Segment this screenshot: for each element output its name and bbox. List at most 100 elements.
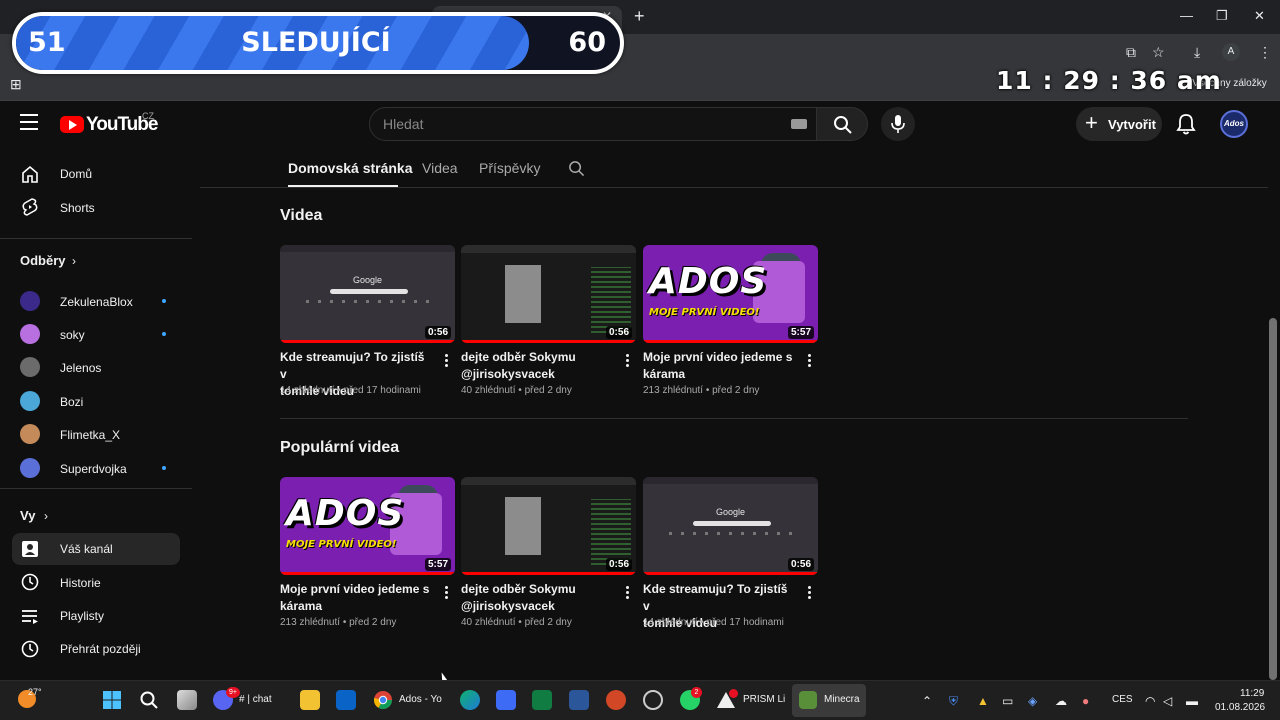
watch-progress-bar: [643, 340, 818, 343]
you-heading[interactable]: Vy: [20, 508, 35, 523]
maximize-icon[interactable]: ❐: [1216, 8, 1228, 24]
language-indicator[interactable]: CES: [1112, 694, 1133, 705]
video-thumbnail[interactable]: 0:56: [461, 245, 636, 343]
more-actions-icon[interactable]: [808, 586, 812, 600]
video-title-line: Kde streamuju? To zjistíš v: [643, 582, 788, 613]
tab-posts[interactable]: Příspěvky: [479, 160, 540, 176]
minimize-icon[interactable]: —: [1180, 8, 1193, 23]
video-thumbnail[interactable]: Google 0:56: [280, 245, 455, 343]
create-label: Vytvořit: [1108, 117, 1156, 132]
tab-home[interactable]: Domovská stránka: [288, 160, 413, 176]
video-thumbnail[interactable]: 0:56: [461, 477, 636, 575]
section-title: Populární videa: [280, 439, 400, 456]
more-actions-icon[interactable]: [445, 354, 449, 368]
browser-menu-icon[interactable]: ⋮: [1258, 44, 1272, 61]
file-explorer-icon[interactable]: [300, 690, 320, 710]
onedrive-icon[interactable]: ☁: [1055, 694, 1067, 708]
window-close-icon[interactable]: ✕: [1254, 8, 1265, 24]
download-icon[interactable]: ⤓: [1194, 44, 1200, 61]
video-thumbnail[interactable]: Google 0:56: [643, 477, 818, 575]
more-actions-icon[interactable]: [808, 354, 812, 368]
tabs-divider: [200, 187, 1268, 188]
tab-videos[interactable]: Videa: [422, 160, 458, 176]
video-duration: 5:57: [787, 326, 814, 339]
video-thumbnail[interactable]: ADOS MOJE PRVNÍ VIDEO! 5:57: [643, 245, 818, 343]
install-app-icon[interactable]: ⧉: [1126, 44, 1136, 61]
obs-icon[interactable]: [643, 690, 663, 710]
subscription-label: ZekulenaBlox: [60, 295, 133, 309]
windows-start-icon[interactable]: [102, 690, 122, 710]
video-title[interactable]: Moje první video jedeme s kárama: [280, 581, 430, 615]
subscription-label: Bozi: [60, 395, 84, 409]
sidebar-item-home[interactable]: [12, 158, 180, 190]
app-icon[interactable]: [496, 690, 516, 710]
bookmark-star-icon[interactable]: ☆: [1152, 44, 1165, 61]
video-title-line: @jirisokysvacek: [461, 367, 555, 381]
thumb-preview: [505, 265, 541, 323]
subscriptions-heading[interactable]: Odběry: [20, 253, 66, 268]
store-icon[interactable]: [336, 690, 356, 710]
video-title[interactable]: dejte odběr Sokymu @jirisokysvacek: [461, 349, 611, 383]
more-actions-icon[interactable]: [445, 586, 449, 600]
voice-search-button[interactable]: [881, 107, 915, 141]
more-actions-icon[interactable]: [626, 354, 630, 368]
apps-grid-icon[interactable]: ⊞: [10, 76, 22, 93]
display-icon[interactable]: ▭: [1002, 694, 1013, 708]
sidebar-item-shorts[interactable]: [12, 191, 180, 223]
powerpoint-icon[interactable]: [606, 690, 626, 710]
video-thumbnail[interactable]: ADOS MOJE PRVNÍ VIDEO! 5:57: [280, 477, 455, 575]
search-icon[interactable]: [139, 690, 159, 710]
video-views: 14 zhlédnutí: [280, 385, 335, 396]
video-title-line: @jirisokysvacek: [461, 599, 555, 613]
shield-icon[interactable]: ⛨: [949, 694, 958, 709]
keyboard-icon[interactable]: [791, 119, 807, 129]
account-avatar[interactable]: Ados: [1220, 110, 1248, 138]
video-title[interactable]: Moje první video jedeme s kárama: [643, 349, 793, 383]
chrome-window-label[interactable]: Ados - Yo: [399, 694, 442, 705]
subscription-label: Flimetka_X: [60, 428, 121, 442]
battery-icon[interactable]: ▬: [1186, 694, 1198, 708]
whatsapp-badge: 2: [691, 687, 702, 698]
subscription-label: Superdvojka: [60, 462, 127, 476]
new-content-dot: [162, 466, 166, 470]
hamburger-menu-icon[interactable]: [20, 114, 38, 130]
wifi-icon[interactable]: ◠: [1145, 694, 1155, 708]
sidebar-item-label: Historie: [60, 576, 101, 590]
warning-icon[interactable]: ▲: [977, 694, 989, 708]
chrome-icon[interactable]: [373, 690, 393, 710]
discord-window-label[interactable]: # | chat: [239, 694, 272, 705]
taskbar-date[interactable]: 01.08.2026: [1215, 702, 1265, 713]
more-actions-icon[interactable]: [626, 586, 630, 600]
notifications-bell-icon[interactable]: [1176, 113, 1196, 135]
video-duration: 0:56: [787, 558, 814, 571]
thumb-chat-panel: [591, 267, 631, 333]
channel-search-icon[interactable]: [568, 160, 585, 177]
video-age: před 2 dny: [524, 617, 572, 628]
browser-profile-avatar[interactable]: A: [1222, 43, 1240, 61]
video-title-line: dejte odběr Sokymu: [461, 582, 576, 596]
excel-icon[interactable]: [532, 690, 552, 710]
chevron-up-icon[interactable]: ⌃: [922, 694, 932, 708]
channel-avatar: [20, 424, 40, 444]
chevron-right-icon[interactable]: ›: [44, 509, 48, 523]
scrollbar-thumb[interactable]: [1269, 318, 1277, 680]
thumb-google-text: Google: [715, 507, 746, 517]
new-content-dot: [162, 299, 166, 303]
video-metadata: 40 zhlédnutí • před 2 dny: [461, 617, 572, 628]
thumb-subtitle-text: MOJE PRVNÍ VIDEO!: [649, 307, 760, 318]
chevron-right-icon[interactable]: ›: [72, 254, 76, 268]
search-button[interactable]: [816, 107, 868, 141]
new-tab-icon[interactable]: +: [634, 6, 645, 27]
taskbar-time[interactable]: 11:29: [1240, 688, 1264, 699]
word-icon[interactable]: [569, 690, 589, 710]
edge-icon[interactable]: [460, 690, 480, 710]
volume-icon[interactable]: ◁: [1163, 694, 1172, 708]
microphone-tray-icon[interactable]: ●: [1082, 694, 1089, 708]
search-input[interactable]: [369, 107, 817, 141]
video-title[interactable]: dejte odběr Sokymu @jirisokysvacek: [461, 581, 611, 615]
task-view-icon[interactable]: [177, 690, 197, 710]
prism-window-label[interactable]: PRISM Li: [743, 694, 785, 705]
app-tray-icon[interactable]: ◈: [1028, 694, 1037, 708]
video-views: 40 zhlédnutí: [461, 617, 516, 628]
video-metadata: 213 zhlédnutí • před 2 dny: [280, 617, 397, 628]
